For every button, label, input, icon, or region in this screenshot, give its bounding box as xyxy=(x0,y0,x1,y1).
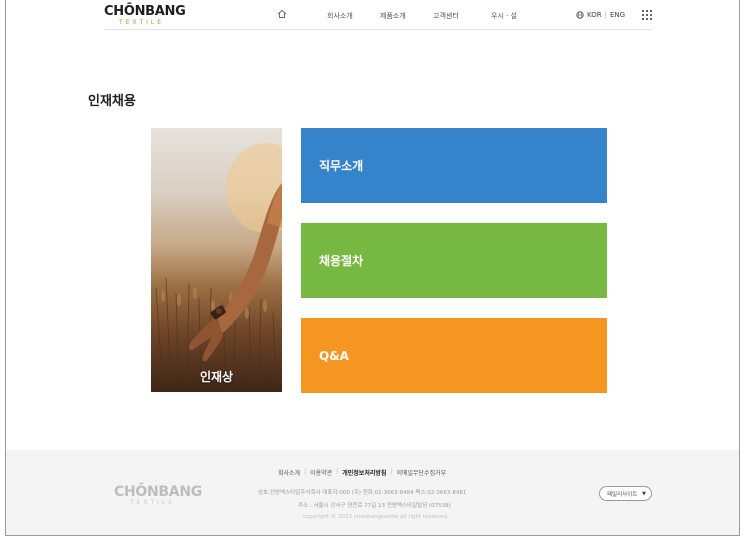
nav-item-recruit[interactable]: 우시 · 설 xyxy=(491,11,517,21)
lang-kor-link[interactable]: KOR xyxy=(587,11,602,19)
wheat-field-hand-image xyxy=(155,143,282,392)
nav-item-products[interactable]: 제품소개 xyxy=(380,11,406,21)
site-logo[interactable]: CHŌNBANG TEXTILE xyxy=(104,4,186,27)
footer-logo-sub: TEXTILE xyxy=(130,499,176,506)
footer-separator: | xyxy=(390,468,393,475)
header-divider xyxy=(104,29,651,30)
job-introduction-label: 직무소개 xyxy=(319,159,364,173)
footer-link-company[interactable]: 회사소개 xyxy=(278,468,300,477)
footer-address: 주소 : 서울시 강서구 양천로 77길 13 전방텍스타일빌딩 (07538) xyxy=(298,503,451,509)
site-header: CHŌNBANG TEXTILE 회사소개 제품소개 고객센터 우시 · 설 K… xyxy=(6,0,739,30)
footer-separator: | xyxy=(304,468,307,475)
qna-button[interactable]: Q&A xyxy=(301,318,607,393)
globe-icon xyxy=(576,11,584,19)
footer-links: 회사소개 | 이용약관 | 개인정보처리방침 | 이메일무단수집거부 xyxy=(278,468,446,477)
footer-copyright: copyright © 2023 chonbangtextile all rig… xyxy=(303,514,449,520)
footer-separator: | xyxy=(336,468,339,475)
qna-label: Q&A xyxy=(319,348,349,363)
hiring-process-button[interactable]: 채용절차 xyxy=(301,223,607,298)
nav-item-company[interactable]: 회사소개 xyxy=(327,11,353,21)
family-site-label: 패밀리사이트 xyxy=(607,491,638,498)
lang-separator: | xyxy=(604,11,607,19)
footer-link-email-refusal[interactable]: 이메일무단수집거부 xyxy=(396,468,446,477)
site-footer: 회사소개 | 이용약관 | 개인정보처리방침 | 이메일무단수집거부 CHŌNB… xyxy=(6,450,739,535)
all-menu-grid-icon[interactable] xyxy=(641,9,653,21)
footer-logo: CHŌNBANG xyxy=(114,484,202,500)
page-title: 인재채용 xyxy=(88,94,136,109)
language-switcher: KOR | ENG xyxy=(576,11,625,19)
talent-image-card[interactable]: 인재상 xyxy=(151,128,282,392)
footer-company-info: 상호:전방텍스타일주식회사 대표자:000 (주) 전화:02-3663-848… xyxy=(258,490,467,496)
nav-item-customer-center[interactable]: 고객센터 xyxy=(433,11,459,21)
home-icon[interactable] xyxy=(277,9,287,19)
family-site-select[interactable]: 패밀리사이트 ▼ xyxy=(599,486,652,501)
talent-label: 인재상 xyxy=(199,370,234,384)
logo-sub-text: TEXTILE xyxy=(119,19,165,26)
logo-main-text: CHŌNBANG xyxy=(104,4,186,19)
footer-link-terms[interactable]: 이용약관 xyxy=(310,468,332,477)
chevron-down-icon: ▼ xyxy=(642,491,646,497)
page-frame: CHŌNBANG TEXTILE 회사소개 제품소개 고객센터 우시 · 설 K… xyxy=(5,0,740,536)
hiring-process-label: 채용절차 xyxy=(319,254,364,268)
job-introduction-button[interactable]: 직무소개 xyxy=(301,128,607,203)
footer-link-privacy[interactable]: 개인정보처리방침 xyxy=(342,468,386,477)
lang-eng-link[interactable]: ENG xyxy=(610,11,625,19)
